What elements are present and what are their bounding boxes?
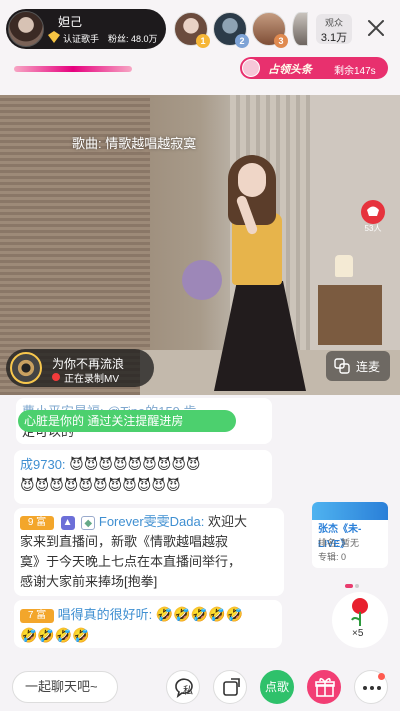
headline-remaining: 剩余147s — [334, 66, 376, 77]
fans-group-button[interactable]: 53人 — [357, 199, 389, 233]
verified-badge-icon — [48, 31, 60, 43]
audience-count-box[interactable]: 观众 3.1万 — [316, 14, 352, 44]
viewer-rank-1: 1 — [196, 34, 210, 48]
private-chat-button[interactable]: 私 — [166, 670, 200, 704]
more-button[interactable] — [354, 670, 388, 704]
chat-username[interactable]: Forever雯雯Dada: — [99, 514, 204, 529]
rose-icon — [351, 598, 368, 626]
mv-record-icon — [10, 352, 42, 384]
carousel-dot-active — [345, 584, 353, 588]
chat-message-3[interactable]: 9 富 ▲ ◆ Forever雯雯Dada: 欢迎大 家来到直播间，新歌《情歌越… — [14, 508, 284, 596]
chat-emoji-row2: 🤣🤣🤣🤣 — [20, 627, 90, 643]
mv-status: 正在录制MV — [64, 374, 119, 385]
request-song-button[interactable]: 点歌 — [260, 670, 294, 704]
host-title: 认证歌手 — [63, 34, 100, 44]
chat-message-4[interactable]: 7 富 唱得真的很好听: 🤣🤣🤣🤣🤣 🤣🤣🤣🤣 — [14, 600, 282, 648]
chat-emoji-row2: 😈😈😈😈😈😈😈😈😈😈😈 — [20, 477, 181, 493]
song-ranking-card[interactable]: 张杰《未-LIVE》 排名: 暂无 专辑: 0 — [312, 502, 388, 568]
viewer-rank-2: 2 — [235, 34, 249, 48]
video-exercise-ball — [182, 260, 222, 300]
chat-emoji: 😈😈😈😈😈😈😈😈😈 — [69, 456, 201, 472]
chat-text: 唱得真的很好听: — [57, 607, 153, 622]
bottom-bar: 一起聊天吧~ 私 点歌 — [0, 662, 400, 711]
close-icon[interactable] — [364, 16, 388, 40]
rose-count: ×5 — [352, 628, 364, 639]
wealth-level-badge: 9 富 — [20, 515, 54, 530]
share-icon — [223, 678, 240, 696]
host-fans: 粉丝: 48.0万 — [108, 34, 158, 44]
gift-button[interactable] — [307, 670, 341, 704]
viewer-avatar-3[interactable]: 3 — [252, 12, 288, 48]
recording-dot-icon — [52, 373, 60, 381]
video-lamp — [335, 255, 353, 277]
top-bar: 妲己 认证歌手 粉丝: 48.0万 1 2 3 观众 3.1万 占领头条 剩余1… — [0, 0, 400, 95]
share-button[interactable] — [213, 670, 247, 704]
viewer-avatar-1[interactable]: 1 — [174, 12, 210, 48]
headline-button[interactable]: 占领头条 剩余147s — [240, 57, 388, 79]
fans-badge-icon — [361, 200, 385, 224]
song-title: 歌曲: 情歌越唱越寂寞 — [72, 136, 197, 151]
chat-text: 家来到直播间，新歌《情歌越唱越寂 — [20, 534, 229, 549]
notification-dot — [378, 673, 385, 680]
viewer-avatar-2[interactable]: 2 — [213, 12, 249, 48]
connect-mic-button[interactable]: 连麦 — [326, 351, 390, 381]
live-video[interactable]: 歌曲: 情歌越唱越寂寞 53人 为你不再流浪 正在录制MV 连麦 — [0, 95, 400, 395]
chat-message-2[interactable]: 成9730: 😈😈😈😈😈😈😈😈😈 😈😈😈😈😈😈😈😈😈😈😈 — [14, 450, 272, 504]
chat-text: 寞》于今天晚上七点在本直播间举行， — [20, 554, 242, 569]
chat-username[interactable]: 成9730: — [20, 457, 66, 472]
song-card-header — [312, 502, 388, 520]
event-banner[interactable] — [14, 66, 132, 72]
chat-input[interactable]: 一起聊天吧~ — [12, 671, 118, 703]
headline-avatar — [242, 59, 260, 77]
viewer-rank-3: 3 — [274, 34, 288, 48]
chat-emoji: 🤣🤣🤣🤣🤣 — [155, 606, 244, 622]
carousel-dots — [344, 575, 360, 593]
song-card-rank: 排名: 暂无 — [318, 538, 360, 548]
singer-face — [238, 163, 266, 197]
song-card-album: 专辑: 0 — [318, 552, 347, 562]
gift-icon — [315, 677, 335, 697]
host-card[interactable]: 妲己 认证歌手 粉丝: 48.0万 — [6, 9, 166, 49]
fans-badge-count: 53人 — [364, 224, 382, 233]
wealth-level-badge: 7 富 — [20, 608, 54, 623]
carousel-dot — [355, 584, 359, 588]
viewer-avatar-4[interactable] — [292, 12, 308, 46]
chat-text: 感谢大家前来捧场[抱拳] — [20, 574, 158, 589]
rose-gift-button[interactable]: ×5 — [332, 592, 388, 648]
host-name: 妲己 — [58, 15, 83, 29]
headline-label: 占领头条 — [268, 64, 312, 76]
follow-toast: 心脏是你的 通过关注提醒进房 — [18, 410, 236, 432]
mv-recording-card[interactable]: 为你不再流浪 正在录制MV — [6, 349, 154, 387]
member-badge-icon: ▲ — [60, 515, 75, 530]
connect-icon — [334, 358, 350, 374]
video-shelf — [318, 285, 382, 345]
private-chat-label: 私 — [183, 686, 193, 697]
connect-label: 连麦 — [356, 360, 381, 374]
guard-badge-icon: ◆ — [81, 515, 96, 530]
audience-count: 3.1万 — [320, 32, 348, 44]
chat-text: 欢迎大 — [207, 514, 247, 529]
audience-label: 观众 — [324, 18, 343, 28]
host-avatar[interactable] — [8, 11, 44, 47]
